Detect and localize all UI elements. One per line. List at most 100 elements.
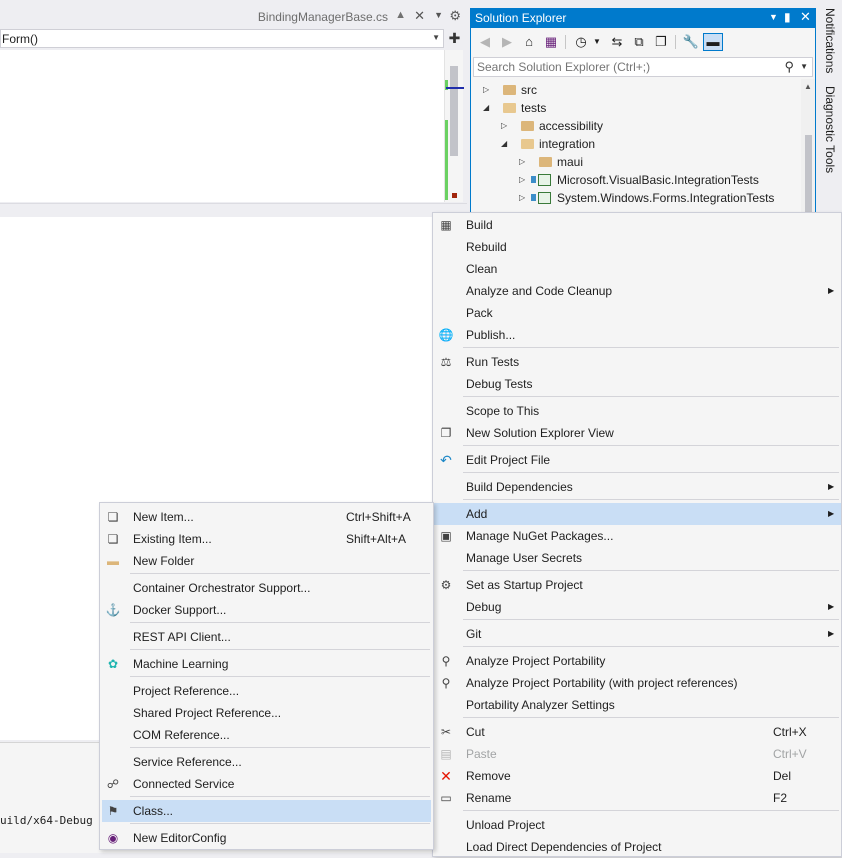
close-icon[interactable]: ✕ bbox=[800, 9, 811, 25]
menu-item-new-folder[interactable]: ▬ New Folder bbox=[100, 550, 433, 572]
solution-explorer-search[interactable]: ⚲ ▼ bbox=[473, 57, 813, 77]
menu-item-analyze-portability-refs[interactable]: ⚲ Analyze Project Portability (with proj… bbox=[433, 672, 841, 694]
collapsed-arrow-icon[interactable]: ▷ bbox=[519, 171, 529, 189]
sync-with-document-icon[interactable]: ⇆ bbox=[607, 33, 627, 51]
menu-item-manage-nuget[interactable]: ▣ Manage NuGet Packages... bbox=[433, 525, 841, 547]
menu-item-label: Existing Item... bbox=[133, 532, 212, 546]
tree-item[interactable]: ▷ System.Windows.Forms.IntegrationTests bbox=[471, 189, 801, 207]
switch-views-icon[interactable]: ▦ bbox=[541, 33, 561, 51]
menu-item-portability-settings[interactable]: Portability Analyzer Settings bbox=[433, 694, 841, 716]
member-navigation-value: Form() bbox=[2, 32, 38, 46]
menu-item-clean[interactable]: Clean bbox=[433, 258, 841, 280]
gear-icon[interactable]: ⚙ bbox=[449, 8, 461, 24]
scroll-up-icon[interactable]: ▲ bbox=[804, 82, 812, 91]
tab-diagnostic-tools[interactable]: Diagnostic Tools bbox=[823, 86, 837, 173]
editor-divider[interactable] bbox=[0, 203, 467, 206]
menu-item-new-editorconfig[interactable]: ◉ New EditorConfig bbox=[100, 827, 433, 849]
tree-item-label: tests bbox=[521, 101, 547, 115]
menu-item-cut[interactable]: ✂ Cut Ctrl+X bbox=[433, 721, 841, 743]
scrollbar-thumb[interactable] bbox=[805, 135, 812, 212]
tree-item[interactable]: ▷ src bbox=[471, 81, 801, 99]
magnifier-icon: ⚲ bbox=[441, 654, 451, 668]
chevron-down-icon[interactable]: ▼ bbox=[769, 12, 778, 22]
editor-tab-title[interactable]: BindingManagerBase.cs bbox=[258, 10, 388, 24]
menu-item-manage-user-secrets[interactable]: Manage User Secrets bbox=[433, 547, 841, 569]
tab-dropdown-icon[interactable]: ▼ bbox=[434, 10, 443, 20]
menu-item-debug-tests[interactable]: Debug Tests bbox=[433, 373, 841, 395]
menu-item-existing-item[interactable]: ❏ Existing Item... Shift+Alt+A bbox=[100, 528, 433, 550]
menu-item-remove[interactable]: ✕ Remove Del bbox=[433, 765, 841, 787]
search-icon[interactable]: ⚲ bbox=[784, 59, 794, 75]
chevron-down-icon[interactable]: ▼ bbox=[800, 62, 808, 71]
menu-item-debug[interactable]: Debug ▶ bbox=[433, 596, 841, 618]
pin-icon[interactable]: ▲ bbox=[395, 9, 406, 21]
home-icon[interactable]: ⌂ bbox=[519, 33, 539, 51]
solution-explorer-titlebar[interactable]: Solution Explorer ▼ ▮ ✕ bbox=[471, 9, 815, 28]
menu-item-rename[interactable]: ▭ Rename F2 bbox=[433, 787, 841, 809]
menu-item-analyze-cleanup[interactable]: Analyze and Code Cleanup ▶ bbox=[433, 280, 841, 302]
member-navigation-dropdown[interactable]: Form() ▼ bbox=[0, 29, 444, 48]
menu-item-build-dependencies[interactable]: Build Dependencies ▶ bbox=[433, 476, 841, 498]
show-all-files-icon[interactable]: ❐ bbox=[651, 33, 671, 51]
collapse-all-icon[interactable]: ⧉ bbox=[629, 33, 649, 51]
close-icon[interactable]: ✕ bbox=[414, 8, 425, 24]
menu-item-git[interactable]: Git ▶ bbox=[433, 623, 841, 645]
machine-learning-icon: ✿ bbox=[107, 657, 119, 671]
tree-item[interactable]: ◢ integration bbox=[471, 135, 801, 153]
menu-item-scope-to-this[interactable]: Scope to This bbox=[433, 400, 841, 422]
menu-item-docker-support[interactable]: ⚓ Docker Support... bbox=[100, 599, 433, 621]
menu-item-class[interactable]: ⚑ Class... bbox=[102, 800, 431, 822]
menu-item-rebuild[interactable]: Rebuild bbox=[433, 236, 841, 258]
menu-item-new-se-view[interactable]: ❐ New Solution Explorer View bbox=[433, 422, 841, 444]
collapsed-arrow-icon[interactable]: ▷ bbox=[519, 189, 529, 207]
menu-item-add[interactable]: Add ▶ bbox=[433, 503, 841, 525]
forward-icon[interactable]: ▶ bbox=[497, 33, 517, 51]
preview-selected-items-icon[interactable]: ▬ bbox=[703, 33, 723, 51]
menu-separator bbox=[463, 472, 839, 473]
menu-item-unload-project[interactable]: Unload Project bbox=[433, 814, 841, 836]
collapsed-arrow-icon[interactable]: ▷ bbox=[483, 81, 493, 99]
menu-item-project-reference[interactable]: Project Reference... bbox=[100, 680, 433, 702]
menu-item-label: Pack bbox=[466, 306, 493, 320]
collapsed-arrow-icon[interactable]: ▷ bbox=[519, 153, 529, 171]
search-input[interactable] bbox=[477, 60, 777, 74]
tree-item[interactable]: ▷ maui bbox=[471, 153, 801, 171]
code-editor[interactable] bbox=[0, 50, 444, 202]
tree-item[interactable]: ▷ Microsoft.VisualBasic.IntegrationTests bbox=[471, 171, 801, 189]
collapsed-arrow-icon[interactable]: ▷ bbox=[501, 117, 511, 135]
tree-item[interactable]: ▷ accessibility bbox=[471, 117, 801, 135]
chevron-down-icon[interactable]: ▼ bbox=[587, 33, 607, 51]
menu-item-rest-api-client[interactable]: REST API Client... bbox=[100, 626, 433, 648]
expanded-arrow-icon[interactable]: ◢ bbox=[501, 135, 511, 153]
scrollbar-thumb[interactable] bbox=[450, 66, 458, 156]
menu-item-build[interactable]: ▦ Build bbox=[433, 214, 841, 236]
menu-item-new-item[interactable]: ❏ New Item... Ctrl+Shift+A bbox=[100, 506, 433, 528]
solution-tree-scrollbar[interactable]: ▲ bbox=[801, 79, 815, 212]
build-icon: ▦ bbox=[440, 218, 452, 232]
properties-wrench-icon[interactable]: 🔧 bbox=[681, 33, 701, 51]
menu-item-analyze-portability[interactable]: ⚲ Analyze Project Portability bbox=[433, 650, 841, 672]
split-editor-icon[interactable]: ✚ bbox=[446, 29, 463, 48]
menu-item-service-reference[interactable]: Service Reference... bbox=[100, 751, 433, 773]
menu-item-shared-project-reference[interactable]: Shared Project Reference... bbox=[100, 702, 433, 724]
menu-separator bbox=[463, 717, 839, 718]
menu-item-com-reference[interactable]: COM Reference... bbox=[100, 724, 433, 746]
menu-item-paste[interactable]: ▤ Paste Ctrl+V bbox=[433, 743, 841, 765]
expanded-arrow-icon[interactable]: ◢ bbox=[483, 99, 493, 117]
menu-item-load-direct-deps[interactable]: Load Direct Dependencies of Project bbox=[433, 836, 841, 858]
menu-item-machine-learning[interactable]: ✿ Machine Learning bbox=[100, 653, 433, 675]
menu-item-shortcut: Shift+Alt+A bbox=[346, 532, 407, 546]
menu-item-publish[interactable]: 🌐 Publish... bbox=[433, 324, 841, 346]
menu-item-set-startup[interactable]: ⚙ Set as Startup Project bbox=[433, 574, 841, 596]
menu-item-container-orchestrator[interactable]: Container Orchestrator Support... bbox=[100, 577, 433, 599]
globe-icon: 🌐 bbox=[438, 328, 454, 342]
menu-item-edit-project-file[interactable]: ↶ Edit Project File bbox=[433, 449, 841, 471]
menu-item-connected-service[interactable]: ☍ Connected Service bbox=[100, 773, 433, 795]
menu-item-pack[interactable]: Pack bbox=[433, 302, 841, 324]
menu-item-run-tests[interactable]: ⚖ Run Tests bbox=[433, 351, 841, 373]
editor-scrollbar[interactable] bbox=[444, 50, 463, 202]
pin-icon[interactable]: ▮ bbox=[784, 10, 791, 24]
tree-item[interactable]: ◢ tests bbox=[471, 99, 801, 117]
back-icon[interactable]: ◀ bbox=[475, 33, 495, 51]
tab-notifications[interactable]: Notifications bbox=[823, 8, 837, 73]
